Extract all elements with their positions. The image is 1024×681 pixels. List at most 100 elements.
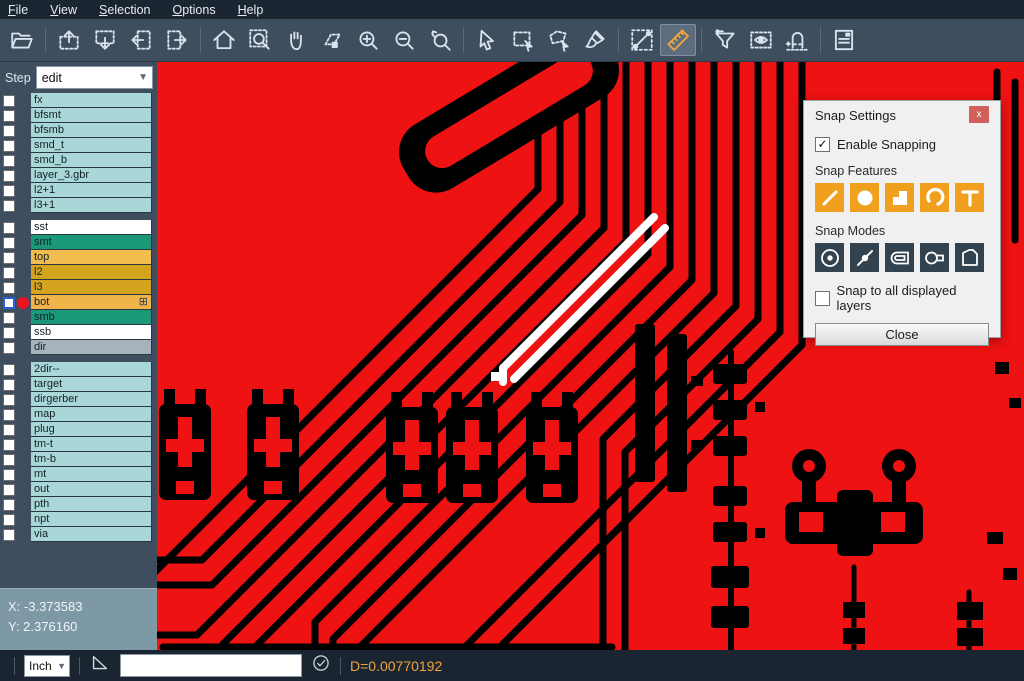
layer-checkbox[interactable] bbox=[3, 499, 15, 511]
zoom-out-icon[interactable] bbox=[386, 24, 422, 56]
snap-contour-icon[interactable] bbox=[955, 243, 984, 272]
layer-name[interactable]: npt bbox=[31, 512, 152, 527]
layer-row-smt[interactable]: smt bbox=[0, 235, 157, 250]
layer-checkbox[interactable] bbox=[3, 469, 15, 481]
layer-checkbox[interactable] bbox=[3, 282, 15, 294]
ruler-icon[interactable] bbox=[660, 24, 696, 56]
layer-row-l3+1[interactable]: l3+1 bbox=[0, 198, 157, 213]
layer-name[interactable]: dirgerber bbox=[31, 392, 152, 407]
layer-name[interactable]: fx bbox=[31, 93, 152, 108]
zoom-window-icon[interactable] bbox=[242, 24, 278, 56]
brush-icon[interactable] bbox=[577, 24, 613, 56]
layer-name[interactable]: bot⊞ bbox=[31, 295, 152, 310]
layer-checkbox[interactable] bbox=[3, 529, 15, 541]
snap-surface-icon[interactable] bbox=[885, 183, 914, 212]
snap-arc-icon[interactable] bbox=[920, 183, 949, 212]
layer-checkbox[interactable] bbox=[3, 297, 15, 309]
layer-checkbox[interactable] bbox=[3, 342, 15, 354]
layer-row-via[interactable]: via bbox=[0, 527, 157, 542]
layer-row-bfsmb[interactable]: bfsmb bbox=[0, 123, 157, 138]
poly-select-icon[interactable] bbox=[541, 24, 577, 56]
unit-dropdown[interactable]: Inch ▼ bbox=[24, 655, 70, 677]
layer-row-layer_3.gbr[interactable]: layer_3.gbr bbox=[0, 168, 157, 183]
layer-name[interactable]: tm-b bbox=[31, 452, 152, 467]
layer-name[interactable]: sst bbox=[31, 220, 152, 235]
layer-name[interactable]: l2 bbox=[31, 265, 152, 280]
snap-line-icon[interactable] bbox=[815, 183, 844, 212]
layer-row-fx[interactable]: fx bbox=[0, 93, 157, 108]
snap-center-icon[interactable] bbox=[815, 243, 844, 272]
layer-name[interactable]: tm-t bbox=[31, 437, 152, 452]
layer-name[interactable]: smt bbox=[31, 235, 152, 250]
measure-line-icon[interactable] bbox=[624, 24, 660, 56]
layer-checkbox[interactable] bbox=[3, 237, 15, 249]
layer-name[interactable]: layer_3.gbr bbox=[31, 168, 152, 183]
view-options-icon[interactable] bbox=[743, 24, 779, 56]
layer-row-target[interactable]: target bbox=[0, 377, 157, 392]
layer-checkbox[interactable] bbox=[3, 95, 15, 107]
layer-checkbox[interactable] bbox=[3, 155, 15, 167]
layer-row-dir[interactable]: dir bbox=[0, 340, 157, 355]
snap-text-icon[interactable] bbox=[955, 183, 984, 212]
step-dropdown[interactable]: edit ▼ bbox=[36, 66, 153, 89]
layer-name[interactable]: l3 bbox=[31, 280, 152, 295]
layer-checkbox[interactable] bbox=[3, 312, 15, 324]
layer-checkbox[interactable] bbox=[3, 170, 15, 182]
layer-checkbox[interactable] bbox=[3, 125, 15, 137]
layer-name[interactable]: pth bbox=[31, 497, 152, 512]
layer-name[interactable]: plug bbox=[31, 422, 152, 437]
layer-row-bfsmt[interactable]: bfsmt bbox=[0, 108, 157, 123]
layer-name[interactable]: via bbox=[31, 527, 152, 542]
layer-checkbox[interactable] bbox=[3, 327, 15, 339]
layer-row-mt[interactable]: mt bbox=[0, 467, 157, 482]
layer-name[interactable]: ssb bbox=[31, 325, 152, 340]
layer-checkbox[interactable] bbox=[3, 394, 15, 406]
layer-row-ssb[interactable]: ssb bbox=[0, 325, 157, 340]
layer-checkbox[interactable] bbox=[3, 454, 15, 466]
menu-item-selection[interactable]: Selection bbox=[99, 3, 150, 17]
layer-row-smd_b[interactable]: smd_b bbox=[0, 153, 157, 168]
zoom-previous-icon[interactable] bbox=[422, 24, 458, 56]
nudge-left-icon[interactable] bbox=[123, 24, 159, 56]
layer-row-smb[interactable]: smb bbox=[0, 310, 157, 325]
nudge-right-icon[interactable] bbox=[159, 24, 195, 56]
menu-item-file[interactable]: File bbox=[8, 3, 28, 17]
layer-name[interactable]: target bbox=[31, 377, 152, 392]
layer-checkbox[interactable] bbox=[3, 364, 15, 376]
rect-select-icon[interactable] bbox=[505, 24, 541, 56]
layer-checkbox[interactable] bbox=[3, 110, 15, 122]
drag-shape-icon[interactable] bbox=[314, 24, 350, 56]
layer-name[interactable]: l3+1 bbox=[31, 198, 152, 213]
close-button[interactable]: Close bbox=[815, 323, 989, 346]
layer-checkbox[interactable] bbox=[3, 200, 15, 212]
layer-row-2dir--[interactable]: 2dir-- bbox=[0, 362, 157, 377]
layer-row-l2[interactable]: l2 bbox=[0, 265, 157, 280]
snap-midpoint-icon[interactable] bbox=[850, 243, 879, 272]
layer-row-dirgerber[interactable]: dirgerber bbox=[0, 392, 157, 407]
layer-name[interactable]: 2dir-- bbox=[31, 362, 152, 377]
layer-checkbox[interactable] bbox=[3, 140, 15, 152]
layer-checkbox[interactable] bbox=[3, 484, 15, 496]
layer-name[interactable]: smd_t bbox=[31, 138, 152, 153]
snap-all-layers-checkbox[interactable] bbox=[815, 291, 830, 306]
form-panel-icon[interactable] bbox=[826, 24, 862, 56]
layer-name[interactable]: smb bbox=[31, 310, 152, 325]
layer-row-out[interactable]: out bbox=[0, 482, 157, 497]
measure-input[interactable] bbox=[120, 654, 302, 677]
nudge-up-icon[interactable] bbox=[51, 24, 87, 56]
layer-name[interactable]: bfsmt bbox=[31, 108, 152, 123]
angle-icon[interactable] bbox=[89, 652, 111, 679]
layer-name[interactable]: top bbox=[31, 250, 152, 265]
layer-checkbox[interactable] bbox=[3, 252, 15, 264]
layer-name[interactable]: out bbox=[31, 482, 152, 497]
layer-row-npt[interactable]: npt bbox=[0, 512, 157, 527]
nudge-down-icon[interactable] bbox=[87, 24, 123, 56]
home-view-icon[interactable] bbox=[206, 24, 242, 56]
layer-checkbox[interactable] bbox=[3, 409, 15, 421]
filter-icon[interactable] bbox=[707, 24, 743, 56]
layer-row-l2+1[interactable]: l2+1 bbox=[0, 183, 157, 198]
layer-name[interactable]: smd_b bbox=[31, 153, 152, 168]
menu-item-options[interactable]: Options bbox=[172, 3, 215, 17]
layer-name[interactable]: l2+1 bbox=[31, 183, 152, 198]
layer-checkbox[interactable] bbox=[3, 439, 15, 451]
